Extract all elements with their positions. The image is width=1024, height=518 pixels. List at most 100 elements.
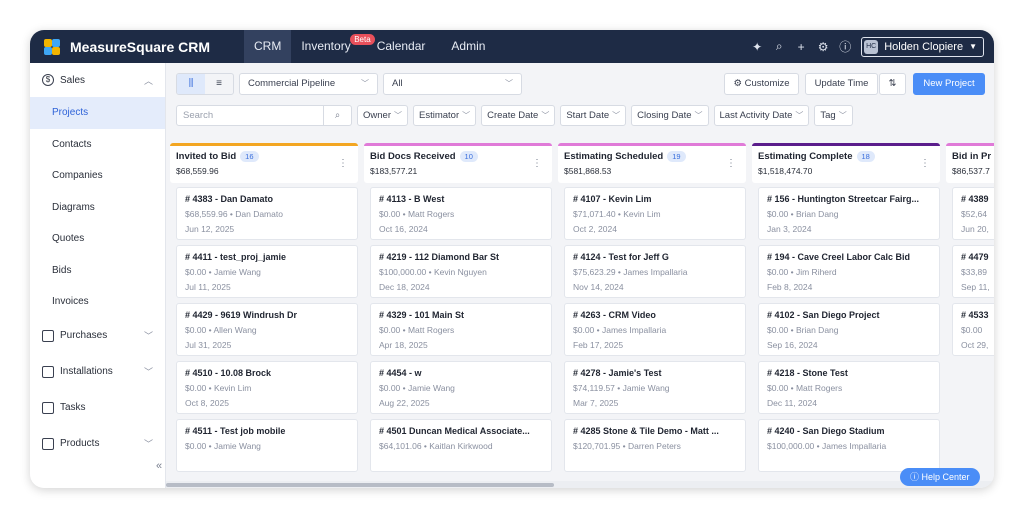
collapse-sidebar-icon[interactable]: « — [156, 460, 162, 472]
column-total: $68,559.96 — [176, 166, 219, 176]
more-options-icon[interactable]: ⋮ — [532, 158, 542, 169]
chevron-down-icon: ﹀ — [143, 331, 153, 341]
sidebar-item-contacts[interactable]: Contacts — [30, 129, 165, 161]
sidebar-item-projects[interactable]: Projects — [30, 97, 165, 129]
project-card[interactable]: # 4240 - San Diego Stadium $100,000.00 • … — [758, 419, 940, 472]
project-card[interactable]: # 156 - Huntington Streetcar Fairg... $0.… — [758, 187, 940, 240]
project-card[interactable]: # 4278 - Jamie's Test $74,119.57 • Jamie … — [564, 361, 746, 414]
card-meta: $0.00 • Brian Dang — [767, 325, 839, 335]
project-card[interactable]: # 194 - Cave Creel Labor Calc Bid $0.00 •… — [758, 245, 940, 298]
user-name: Holden Clopiere — [884, 40, 964, 53]
card-meta: $0.00 • Jamie Wang — [185, 267, 261, 277]
project-card[interactable]: # 4510 - 10.08 Brock $0.00 • Kevin Lim Oct… — [176, 361, 358, 414]
top-icons: ✦ ⌕ + ⚙ ⓘ — [751, 38, 851, 55]
card-date: Sep 11, — [961, 282, 990, 292]
main-nav: CRM Inventory Beta Calendar Admin — [244, 30, 495, 63]
tasks-icon — [42, 401, 54, 414]
sidebar-group-installations[interactable]: Installations ﹀ — [30, 354, 165, 390]
column-total: $1,518,474.70 — [758, 166, 813, 176]
card-meta: $100,000.00 • Kevin Nguyen — [379, 267, 487, 277]
plus-icon[interactable]: + — [795, 40, 807, 54]
nav-calendar[interactable]: Calendar — [367, 30, 436, 63]
card-title: # 4411 - test_proj_jamie — [185, 252, 287, 262]
project-card[interactable]: # 4501 Duncan Medical Associate... $64,10… — [370, 419, 552, 472]
project-card[interactable]: # 4511 - Test job mobile $0.00 • Jamie Wa… — [176, 419, 358, 472]
project-card[interactable]: # 4263 - CRM Video $0.00 • James Impallar… — [564, 303, 746, 356]
project-card[interactable]: # 4383 - Dan Damato $68,559.96 • Dan Dama… — [176, 187, 358, 240]
help-icon[interactable]: ⓘ — [839, 38, 851, 55]
sidebar: $ Sales ︿ Projects Contacts Companies Di… — [30, 63, 166, 488]
project-card[interactable]: # 4454 - w $0.00 • Jamie Wang Aug 22, 2025 — [370, 361, 552, 414]
app-window: MeasureSquare CRM CRM Inventory Beta Cal… — [30, 30, 994, 488]
card-meta: $52,64 — [961, 209, 987, 219]
project-card[interactable]: # 4107 - Kevin Lim $71,071.40 • Kevin Lim… — [564, 187, 746, 240]
more-options-icon[interactable]: ⋮ — [920, 158, 930, 169]
card-date: Dec 11, 2024 — [767, 398, 817, 408]
sidebar-item-bids[interactable]: Bids — [30, 255, 165, 287]
sidebar-item-companies[interactable]: Companies — [30, 160, 165, 192]
card-title: # 4533 — [961, 310, 989, 320]
column-name: Invited to Bid — [176, 151, 237, 162]
more-options-icon[interactable]: ⋮ — [338, 158, 348, 169]
column-header: Bid Docs Received 10 $183,577.21 ⋮ — [364, 143, 552, 183]
column-header: Bid in Pr$86,537.7⋮ — [946, 143, 994, 183]
sidebar-item-invoices[interactable]: Invoices — [30, 286, 165, 318]
help-icon: ⓘ — [910, 472, 920, 482]
nav-admin[interactable]: Admin — [441, 30, 495, 63]
project-card[interactable]: # 4124 - Test for Jeff G $75,623.29 • Jam… — [564, 245, 746, 298]
project-card[interactable]: # 4113 - B West $0.00 • Matt Rogers Oct 16… — [370, 187, 552, 240]
sidebar-group-sales[interactable]: $ Sales ︿ — [30, 63, 165, 97]
project-card[interactable]: # 4533 $0.00 Oct 29, — [952, 303, 994, 356]
sidebar-item-quotes[interactable]: Quotes — [30, 223, 165, 255]
gear-icon[interactable]: ⚙ — [817, 40, 829, 54]
column-title: Invited to Bid 16 — [176, 151, 352, 162]
scrollbar-thumb[interactable] — [166, 483, 554, 487]
project-card[interactable]: # 4429 - 9619 Windrush Dr $0.00 • Allen W… — [176, 303, 358, 356]
card-meta: $75,623.29 • James Impallaria — [573, 267, 688, 277]
card-title: # 4278 - Jamie's Test — [573, 368, 662, 378]
user-menu[interactable]: HC Holden Clopiere ▼ — [861, 36, 984, 57]
nav-inventory[interactable]: Inventory Beta — [291, 30, 375, 63]
sidebar-group-label: Sales — [60, 74, 86, 86]
column-name: Estimating Scheduled — [564, 151, 664, 162]
sparkle-icon[interactable]: ✦ — [751, 40, 763, 54]
column-name: Estimating Complete — [758, 151, 853, 162]
project-card[interactable]: # 4102 - San Diego Project $0.00 • Brian … — [758, 303, 940, 356]
nav-crm[interactable]: CRM — [244, 30, 292, 63]
card-meta: $64,101.06 • Kaitlan Kirkwood — [379, 441, 493, 451]
main-content: ⫼ ≡ Commercial Pipeline ﹀ All ﹀ ⚙ Custom… — [166, 63, 994, 488]
sidebar-item-diagrams[interactable]: Diagrams — [30, 192, 165, 224]
project-card[interactable]: # 4389 $52,64 Jun 20, — [952, 187, 994, 240]
help-center-button[interactable]: ⓘ Help Center — [900, 468, 980, 486]
card-title: # 4263 - CRM Video — [573, 310, 656, 320]
column-header: Estimating Scheduled 19 $581,868.53 ⋮ — [558, 143, 746, 183]
sidebar-group-purchases[interactable]: Purchases ﹀ — [30, 318, 165, 354]
card-meta: $33,89 — [961, 267, 987, 277]
project-card[interactable]: # 4479 $33,89 Sep 11, — [952, 245, 994, 298]
project-card[interactable]: # 4218 - Stone Test $0.00 • Matt Rogers De… — [758, 361, 940, 414]
card-date: Oct 16, 2024 — [379, 224, 428, 234]
card-meta: $0.00 • Matt Rogers — [379, 325, 455, 335]
column-total: $183,577.21 — [370, 166, 418, 176]
card-title: # 4429 - 9619 Windrush Dr — [185, 310, 297, 320]
purchases-icon — [42, 329, 54, 342]
card-title: # 4479 — [961, 252, 989, 262]
more-options-icon[interactable]: ⋮ — [726, 158, 736, 169]
project-card[interactable]: # 4219 - 112 Diamond Bar St $100,000.00 •… — [370, 245, 552, 298]
sidebar-group-label: Installations — [60, 366, 113, 377]
nav-inventory-label: Inventory — [301, 39, 351, 53]
pipeline-column: Bid Docs Received 10 $183,577.21 ⋮ # 4113 - … — [364, 143, 552, 472]
pipeline-column: Estimating Complete 18 $1,518,474.70 ⋮ # 156… — [752, 143, 940, 472]
card-date: Feb 17, 2025 — [573, 340, 624, 350]
card-title: # 4389 — [961, 194, 989, 204]
sidebar-group-products[interactable]: Products ﹀ — [30, 426, 165, 462]
project-card[interactable]: # 4329 - 101 Main St $0.00 • Matt Rogers A… — [370, 303, 552, 356]
project-card[interactable]: # 4411 - test_proj_jamie $0.00 • Jamie Wa… — [176, 245, 358, 298]
dollar-icon: $ — [42, 74, 54, 86]
card-date: Jun 12, 2025 — [185, 224, 235, 234]
search-icon[interactable]: ⌕ — [773, 39, 785, 54]
sidebar-group-tasks[interactable]: Tasks — [30, 390, 165, 426]
card-meta: $100,000.00 • James Impallaria — [767, 441, 887, 451]
horizontal-scrollbar[interactable] — [166, 481, 994, 488]
project-card[interactable]: # 4285 Stone & Tile Demo - Matt ... $120,… — [564, 419, 746, 472]
